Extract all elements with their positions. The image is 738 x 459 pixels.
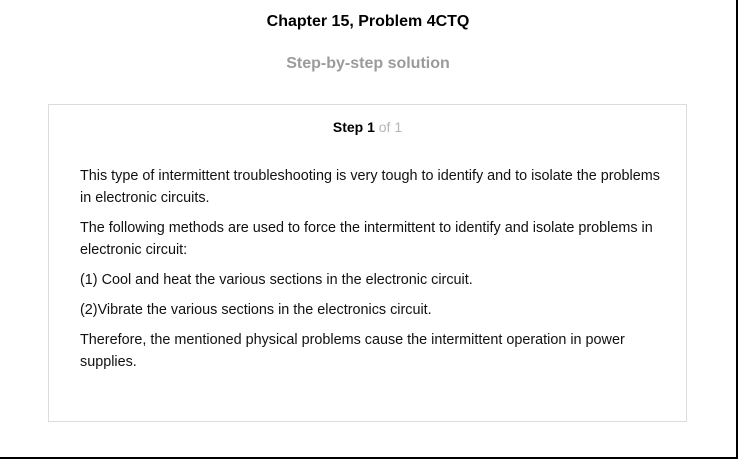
chapter-problem-title: Chapter 15, Problem 4CTQ bbox=[266, 13, 470, 30]
solution-paragraph: Therefore, the mentioned physical proble… bbox=[80, 332, 625, 370]
solution-subtitle: Step-by-step solution bbox=[286, 55, 450, 72]
page-frame: Chapter 15, Problem 4CTQ Step-by-step so… bbox=[0, 0, 738, 459]
step-total: of 1 bbox=[378, 119, 403, 135]
solution-step-card: Step 1 of 1 This type of intermittent tr… bbox=[48, 104, 687, 422]
solution-paragraph: (1) Cool and heat the various sections i… bbox=[80, 272, 473, 288]
solution-paragraph: This type of intermittent troubleshootin… bbox=[80, 168, 660, 206]
step-indicator: Step 1 of 1 bbox=[49, 119, 686, 135]
step-number: Step 1 bbox=[332, 119, 375, 135]
solution-paragraph: (2)Vibrate the various sections in the e… bbox=[80, 302, 432, 318]
step-content: This type of intermittent troubleshootin… bbox=[80, 165, 665, 381]
solution-paragraph: The following methods are used to force … bbox=[80, 220, 653, 258]
